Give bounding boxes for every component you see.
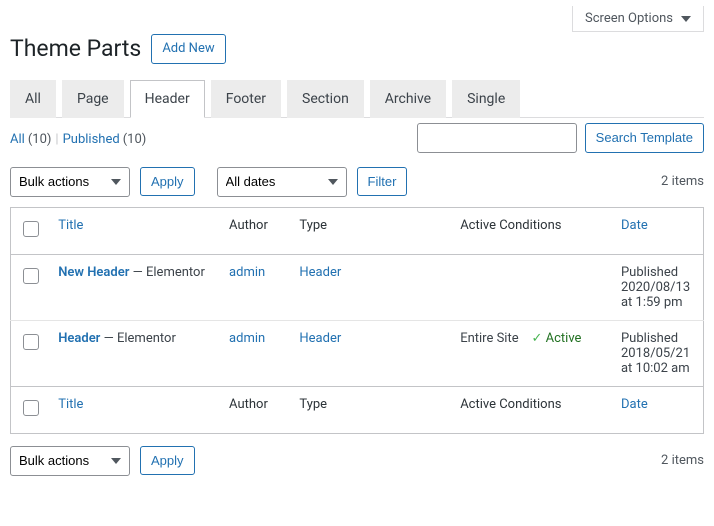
row-title-link[interactable]: New Header [58,265,129,280]
tab-section[interactable]: Section [287,80,364,118]
filter-button[interactable]: Filter [357,167,408,197]
table-row: New Header — Elementor admin Header Publ… [11,254,704,320]
tab-page[interactable]: Page [62,80,124,118]
row-checkbox[interactable] [23,334,39,350]
apply-button-bottom[interactable]: Apply [140,446,195,476]
row-title-suffix: — Elementor [104,331,176,346]
template-type-tabs: All Page Header Footer Section Archive S… [10,80,704,118]
select-all-bottom[interactable] [23,400,39,416]
view-all-link[interactable]: All [10,132,25,147]
items-count-bottom: 2 items [661,453,704,468]
add-new-button[interactable]: Add New [151,34,225,64]
col-date-foot[interactable]: Date [621,397,648,412]
row-title-suffix: — Elementor [133,265,205,280]
page-title: Theme Parts [10,35,141,62]
search-button[interactable]: Search Template [585,123,704,153]
col-conditions-foot: Active Conditions [452,386,613,433]
col-type-foot: Type [291,386,452,433]
row-checkbox[interactable] [23,268,39,284]
screen-options-toggle[interactable]: Screen Options [572,6,704,32]
bulk-actions-select-top[interactable]: Bulk actions [10,167,130,197]
row-condition: Entire Site [460,331,518,346]
tab-archive[interactable]: Archive [370,80,446,118]
view-published-link[interactable]: Published [63,132,120,147]
select-all-top[interactable] [23,221,39,237]
col-title-foot[interactable]: Title [58,397,83,412]
templates-table: Title Author Type Active Conditions Date… [10,207,704,434]
view-published-count: (10) [123,132,147,147]
row-author-link[interactable]: admin [229,331,265,346]
bulk-actions-select-bottom[interactable]: Bulk actions [10,446,130,476]
items-count-top: 2 items [661,174,704,189]
search-input[interactable] [417,123,577,153]
tab-footer[interactable]: Footer [211,80,281,118]
date-filter-select[interactable]: All dates [217,167,347,197]
tab-header[interactable]: Header [130,80,205,118]
row-type-link[interactable]: Header [299,331,341,346]
col-author-foot: Author [221,386,291,433]
tab-all[interactable]: All [10,80,56,118]
col-author-head: Author [221,207,291,254]
row-author-link[interactable]: admin [229,265,265,280]
view-all-count: (10) [28,132,52,147]
col-conditions-head: Active Conditions [452,207,613,254]
tab-single[interactable]: Single [452,80,520,118]
chevron-down-icon [681,16,691,22]
apply-button-top[interactable]: Apply [140,167,195,197]
row-date: Published 2020/08/13 at 1:59 pm [613,254,704,320]
table-row: Header — Elementor admin Header Entire S… [11,320,704,386]
row-title-link[interactable]: Header [58,331,100,346]
col-date-head[interactable]: Date [621,218,648,233]
screen-options-label: Screen Options [585,11,673,26]
col-type-head: Type [291,207,452,254]
row-date: Published 2018/05/21 at 10:02 am [613,320,704,386]
col-title-head[interactable]: Title [58,218,83,233]
active-badge: Active [532,331,582,346]
row-type-link[interactable]: Header [299,265,341,280]
